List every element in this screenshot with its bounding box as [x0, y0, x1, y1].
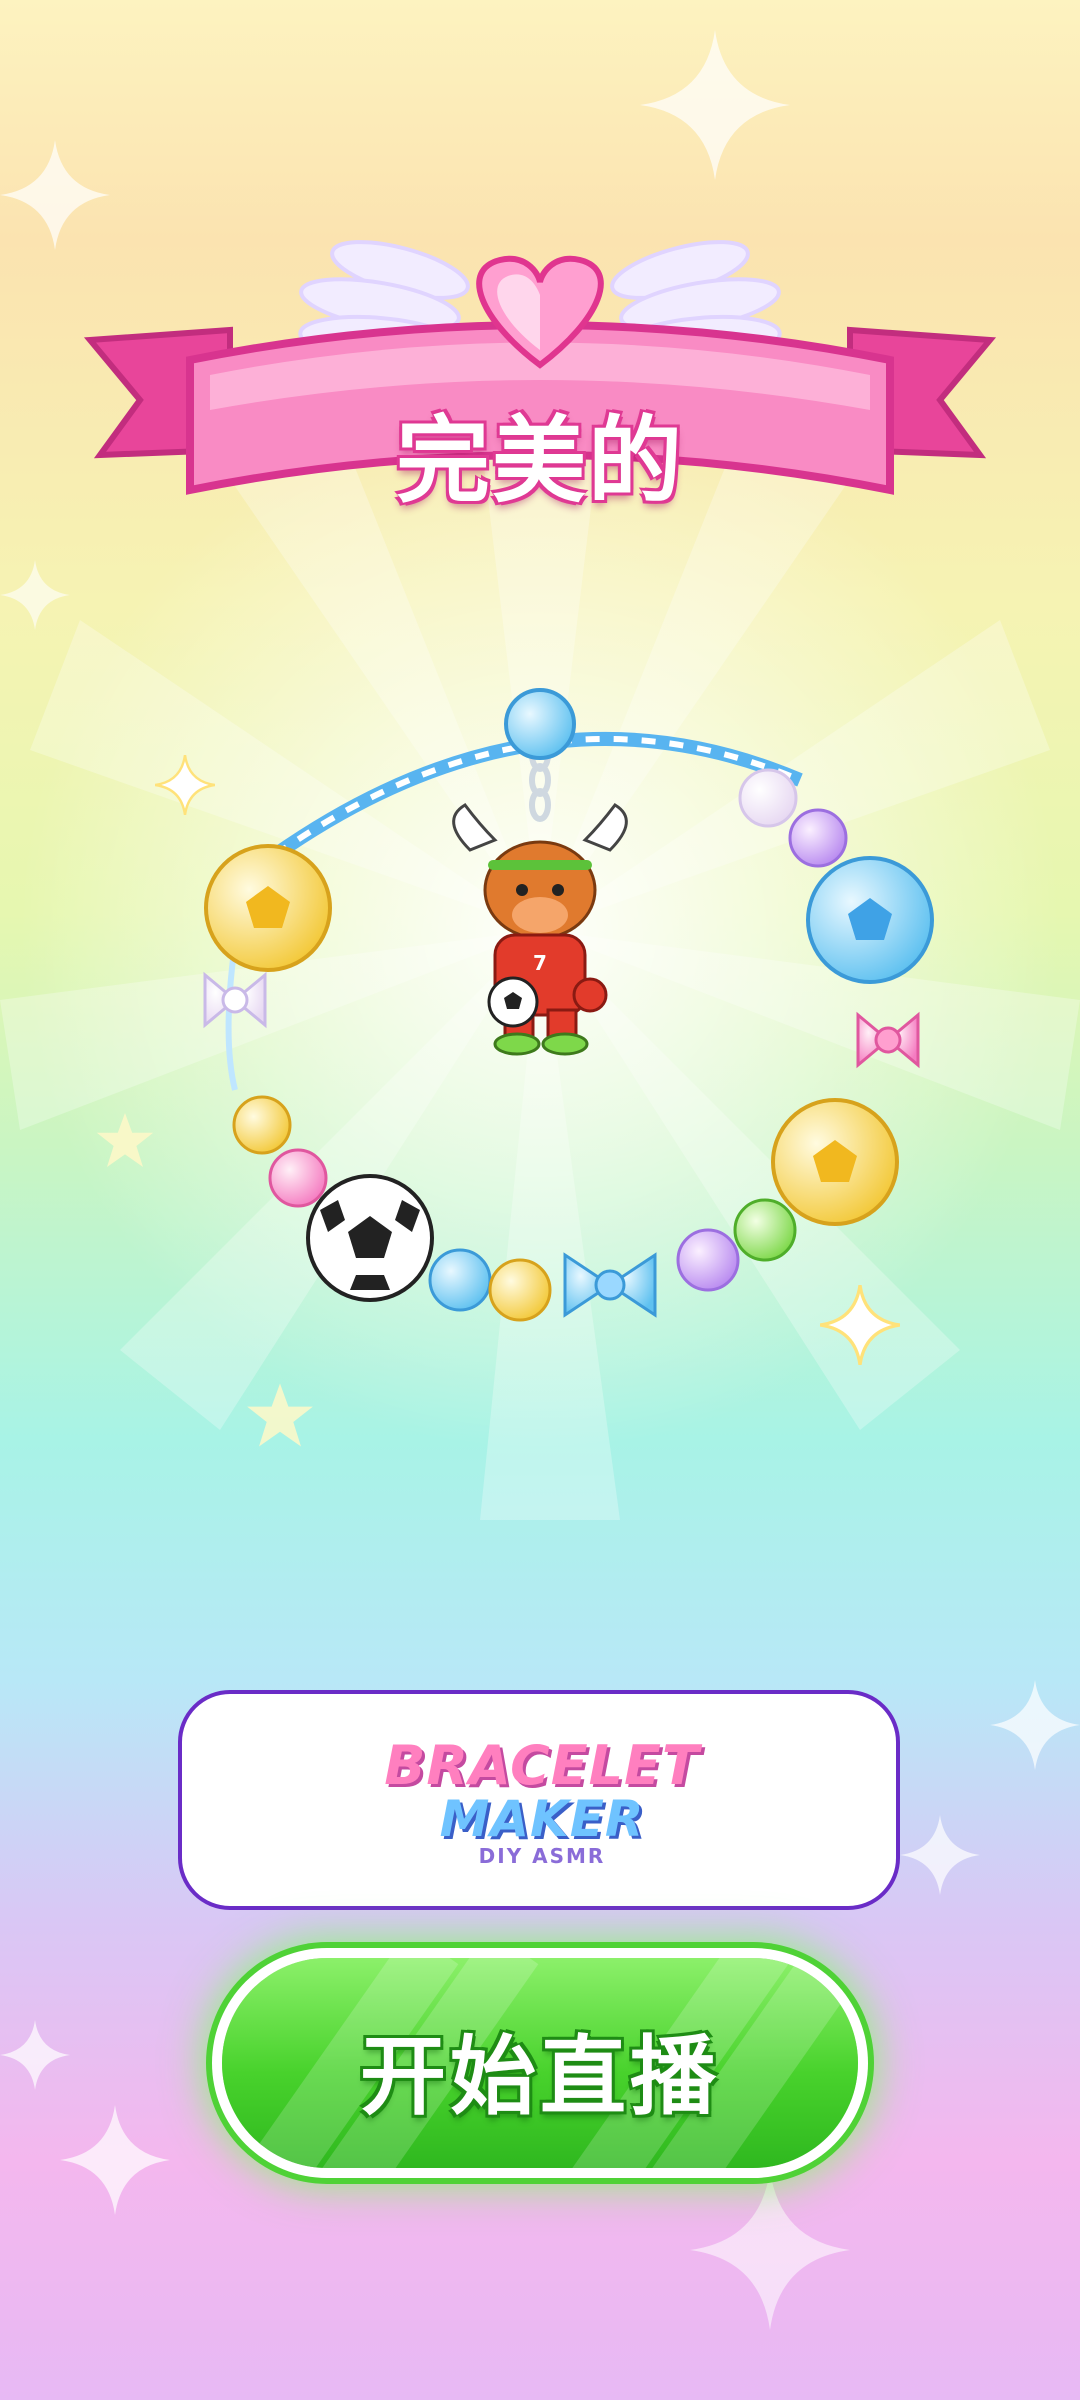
jersey-number: 7 [533, 951, 547, 975]
bead-purple [676, 1228, 740, 1292]
sparkle-icon [640, 30, 790, 180]
bow-white-icon [203, 971, 267, 1029]
bead-purple [788, 808, 848, 868]
bead-pink [268, 1148, 328, 1208]
bead-white [738, 768, 798, 828]
bead-yellow [488, 1258, 552, 1322]
start-live-button[interactable]: 开始直播 [222, 1958, 858, 2168]
start-live-label: 开始直播 [360, 2027, 720, 2127]
page-title: 完美的 [395, 407, 684, 516]
bead-yellow [232, 1095, 292, 1155]
bow-pink-icon [856, 1011, 920, 1069]
game-logo-card[interactable]: BRACELET MAKER DIY ASMR [178, 1690, 900, 1910]
bead-green [733, 1198, 797, 1262]
logo-line-bracelet: BRACELET [384, 1734, 700, 1797]
bracelet: 7 [203, 688, 934, 1322]
bow-blue-icon [563, 1252, 657, 1318]
sparkle-icon [0, 560, 70, 630]
sparkle-icon [0, 2020, 70, 2090]
soccer-ball-black-icon [306, 1174, 434, 1302]
bead-blue [428, 1248, 492, 1312]
moose-charm-icon: 7 [452, 803, 628, 1056]
sparkle-icon [60, 2105, 170, 2215]
bracelet-maker-logo: BRACELET MAKER DIY ASMR [352, 1716, 732, 1886]
logo-line-diy-asmr: DIY ASMR [478, 1844, 606, 1868]
sparkle-icon [690, 2170, 850, 2330]
soccer-ball-blue-icon [806, 856, 934, 984]
sparkle-icon [990, 1680, 1080, 1770]
soccer-ball-yellow-icon [771, 1098, 899, 1226]
logo-line-maker: MAKER [439, 1790, 645, 1848]
bead-blue [504, 688, 576, 760]
sparkle-icon [900, 1815, 980, 1895]
soccer-ball-yellow-icon [204, 844, 332, 972]
star-icon [247, 1383, 313, 1447]
